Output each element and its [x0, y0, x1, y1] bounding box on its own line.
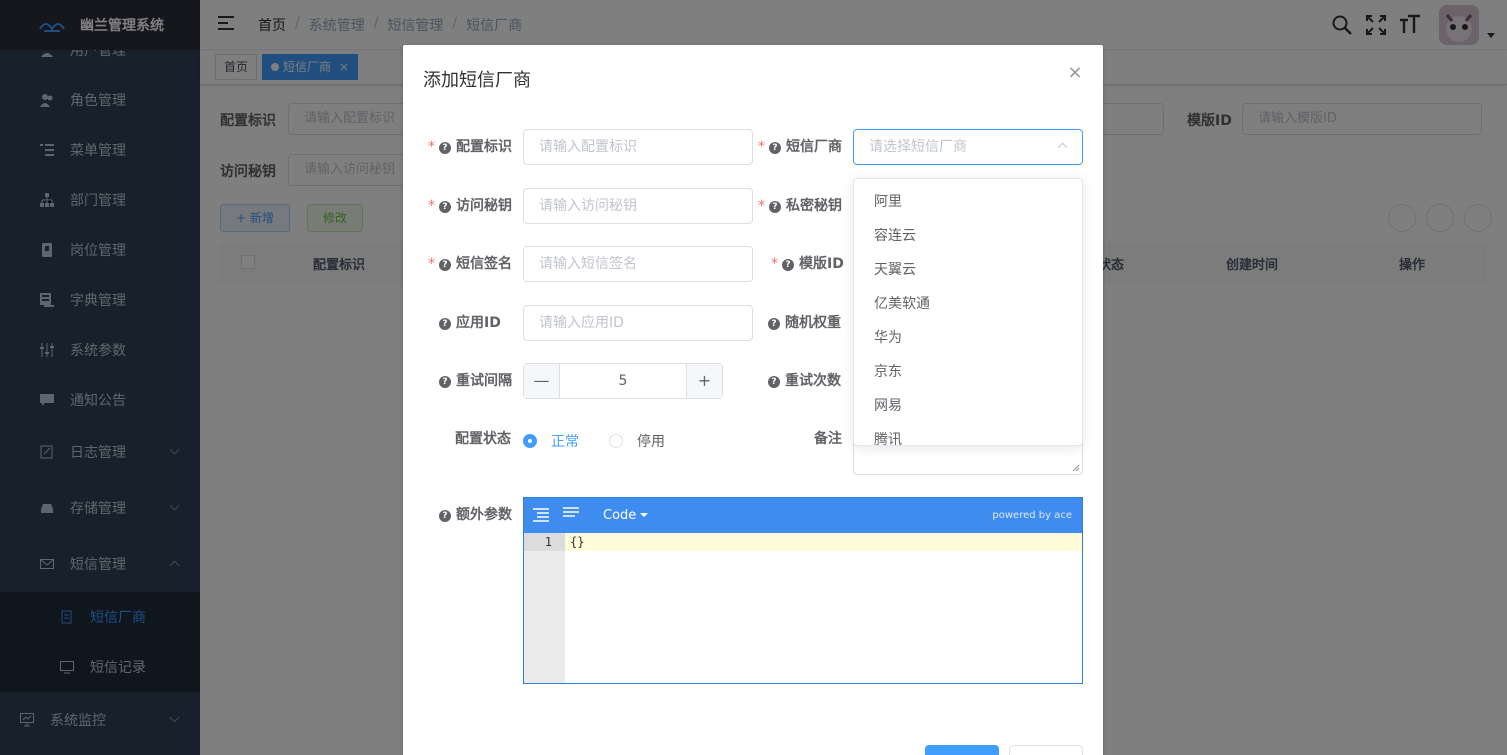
question-icon: ?: [768, 376, 780, 388]
decrement-button[interactable]: —: [524, 364, 560, 398]
supplier-option[interactable]: 天翼云: [854, 253, 1082, 287]
supplier-label: *? 短信厂商: [758, 139, 842, 155]
resize-handle-icon[interactable]: [1072, 464, 1080, 472]
retry-interval-stepper: — 5 +: [523, 363, 723, 399]
close-icon[interactable]: ×: [1067, 64, 1083, 82]
json-editor[interactable]: Code powered by ace 1 {}: [523, 497, 1083, 684]
supplier-dropdown: 阿里 容连云 天翼云 亿美软通 华为 京东 网易 腾讯: [853, 178, 1083, 446]
config-key-input[interactable]: 请输入配置标识: [523, 129, 753, 165]
compact-icon[interactable]: [563, 507, 581, 527]
question-icon: ?: [439, 201, 451, 213]
app-id-label: ? 应用ID: [439, 305, 501, 341]
supplier-placeholder: 请选择短信厂商: [869, 139, 967, 155]
question-icon: ?: [439, 318, 451, 330]
editor-toolbar: Code powered by ace: [524, 498, 1082, 533]
question-icon: ?: [439, 510, 451, 522]
active-line: [565, 533, 1082, 551]
supplier-option[interactable]: 网易: [854, 389, 1082, 423]
remark-label: 备注: [814, 431, 842, 447]
caret-down-icon: [640, 513, 649, 517]
signature-label: *? 短信签名: [428, 256, 512, 272]
question-icon: ?: [768, 318, 780, 330]
radio-checked-icon: [523, 434, 537, 448]
editor-body[interactable]: 1 {}: [524, 533, 1082, 683]
dialog-title: 添加短信厂商: [423, 70, 531, 91]
increment-button[interactable]: +: [686, 364, 722, 398]
app-id-input[interactable]: 请输入应用ID: [523, 305, 753, 341]
confirm-button[interactable]: [925, 745, 999, 755]
access-key-label: *? 访问秘钥: [428, 198, 512, 214]
mode-label: Code: [603, 508, 637, 523]
editor-gutter: [524, 533, 565, 683]
editor-code[interactable]: {}: [570, 533, 584, 551]
supplier-option[interactable]: 京东: [854, 355, 1082, 389]
question-icon: ?: [439, 142, 451, 154]
question-icon: ?: [769, 142, 781, 154]
access-key-input[interactable]: 请输入访问秘钥: [523, 188, 753, 224]
supplier-option[interactable]: 腾讯: [854, 423, 1082, 445]
supplier-option[interactable]: 阿里: [854, 185, 1082, 219]
retry-interval-value[interactable]: 5: [560, 364, 686, 398]
signature-input[interactable]: 请输入短信签名: [523, 246, 753, 282]
format-icon[interactable]: [533, 508, 551, 528]
question-icon: ?: [782, 259, 794, 271]
retry-interval-label: ? 重试间隔: [439, 363, 512, 399]
supplier-select[interactable]: 请选择短信厂商: [853, 129, 1083, 165]
secret-key-label: *? 私密秘钥: [758, 198, 842, 214]
supplier-option[interactable]: 华为: [854, 321, 1082, 355]
question-icon: ?: [769, 201, 781, 213]
weight-label: ? 随机权重: [768, 305, 841, 341]
radio-unchecked-icon: [609, 434, 623, 448]
line-number: 1: [524, 533, 565, 551]
supplier-option[interactable]: 亿美软通: [854, 287, 1082, 321]
config-key-label: *? 配置标识: [428, 139, 512, 155]
retry-count-label: ? 重试次数: [768, 363, 841, 399]
question-icon: ?: [439, 259, 451, 271]
status-radio-normal[interactable]: 正常: [523, 431, 579, 451]
cancel-button[interactable]: [1009, 745, 1083, 755]
extra-params-label: ? 额外参数: [439, 497, 512, 533]
status-radio-disabled[interactable]: 停用: [609, 431, 665, 451]
powered-by-link[interactable]: powered by ace: [992, 510, 1072, 521]
status-label: 配置状态: [455, 431, 511, 447]
template-id-label: *? 模版ID: [771, 256, 844, 272]
chevron-up-icon: [1057, 142, 1068, 153]
question-icon: ?: [439, 376, 451, 388]
supplier-option[interactable]: 容连云: [854, 219, 1082, 253]
mode-dropdown[interactable]: Code: [603, 508, 649, 523]
